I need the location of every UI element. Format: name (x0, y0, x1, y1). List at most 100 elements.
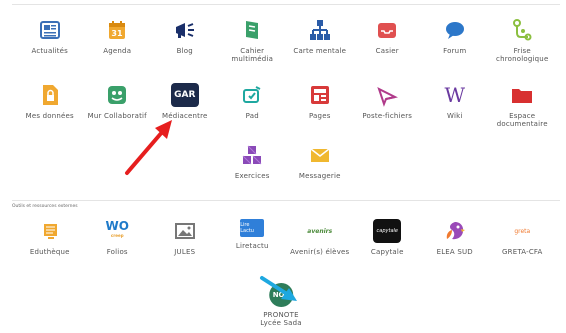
app-label: Eduthèque (29, 248, 70, 256)
app-liretactu[interactable]: Lire Lactu Liretactu (219, 219, 287, 256)
app-label: Carte mentale (293, 47, 347, 55)
app-label: PRONOTE Lycée Sada (260, 311, 302, 327)
svg-text:31: 31 (112, 29, 124, 38)
app-exercices[interactable]: Exercices (219, 143, 287, 180)
app-elea-sud[interactable]: ELEA SUD (421, 219, 489, 256)
app-label: Pages (308, 112, 331, 120)
app-label: Pad (245, 112, 259, 120)
app-label: Exercices (234, 172, 270, 180)
app-label: Cahier multimédia (231, 47, 274, 63)
apps-row-2: Mes données Mur Collaboratif GAR Médiace… (16, 83, 556, 128)
app-label: Capytale (370, 248, 404, 256)
app-carte-mentale[interactable]: Carte mentale (286, 18, 354, 63)
app-label: Wiki (446, 112, 463, 120)
envelope-icon (307, 143, 333, 167)
image-icon (172, 219, 198, 243)
app-greta-cfa[interactable]: greta GRETA-CFA (489, 219, 557, 257)
app-poste-fichiers[interactable]: Poste-fichiers (354, 83, 422, 128)
app-actualites[interactable]: Actualités (16, 18, 84, 63)
avenirs-icon: avenirs (307, 219, 333, 243)
app-capytale[interactable]: capytale Capytale (354, 219, 422, 256)
app-agenda[interactable]: 31 Agenda (84, 18, 152, 63)
newspaper-icon (37, 18, 63, 42)
app-label: Agenda (103, 47, 132, 55)
app-label: ELEA SUD (436, 248, 473, 256)
capytale-icon: capytale (373, 219, 402, 243)
app-label: Frise chronologique (496, 47, 549, 63)
app-label: Avenir(s) élèves (290, 248, 350, 256)
app-pronote[interactable]: NOT PRONOTE Lycée Sada (260, 283, 302, 327)
notebook-icon (239, 18, 265, 42)
pronote-logo-text: NOT (272, 291, 290, 299)
app-edutheque[interactable]: Eduthèque (16, 219, 84, 256)
parrot-icon (442, 219, 468, 243)
folios-logo-text: WO (105, 219, 129, 233)
pages-icon (307, 83, 333, 107)
app-mes-donnees[interactable]: Mes données (16, 83, 84, 128)
app-casier[interactable]: Casier (354, 18, 422, 63)
app-blog[interactable]: Blog (151, 18, 219, 63)
app-mur-collaboratif[interactable]: Mur Collaboratif (84, 83, 152, 128)
liretactu-icon: Lire Lactu (240, 219, 265, 237)
section-divider (12, 200, 560, 201)
app-wiki[interactable]: W Wiki (421, 83, 489, 128)
chat-icon (442, 18, 468, 42)
app-label: Messagerie (298, 172, 341, 180)
inbox-icon (374, 18, 400, 42)
folder-icon (509, 83, 535, 107)
app-pad[interactable]: Pad (219, 83, 287, 128)
gar-logo-text: GAR (174, 90, 196, 100)
pronote-label: PRONOTE (263, 311, 299, 319)
app-pages[interactable]: Pages (286, 83, 354, 128)
edutheque-icon (37, 219, 63, 243)
external-tools-row: Eduthèque WO creep Folios JULES Lire Lac… (16, 219, 556, 256)
app-mediacentre[interactable]: GAR Médiacentre (151, 83, 219, 128)
app-cahier-multimedia[interactable]: Cahier multimédia (219, 18, 287, 63)
app-label: Médiacentre (161, 112, 208, 120)
mindmap-icon (307, 18, 333, 42)
wall-icon (104, 83, 130, 107)
app-label: Liretactu (235, 242, 269, 250)
gar-icon: GAR (170, 83, 199, 107)
app-folios[interactable]: WO creep Folios (84, 219, 152, 256)
liretactu-logo-text: Lire Lactu (240, 222, 254, 234)
app-label: Casier (375, 47, 399, 55)
timeline-icon (509, 18, 535, 42)
app-label: Blog (176, 47, 193, 55)
greta-logo-text: greta (514, 227, 531, 235)
app-label: Folios (106, 248, 128, 256)
greta-icon: greta (507, 219, 537, 243)
calendar-icon: 31 (104, 18, 130, 42)
folios-icon: WO creep (104, 219, 130, 243)
wiki-logo-text: W (444, 83, 466, 107)
app-avenirs[interactable]: avenirs Avenir(s) élèves (286, 219, 354, 257)
cubes-icon (239, 143, 265, 167)
app-label: JULES (174, 248, 196, 256)
pronote-icon: NOT (269, 283, 293, 307)
app-label: Forum (443, 47, 467, 55)
app-label: Poste-fichiers (362, 112, 413, 120)
app-jules[interactable]: JULES (151, 219, 219, 256)
apps-row-3: Exercices Messagerie (16, 143, 556, 180)
app-messagerie[interactable]: Messagerie (286, 143, 354, 180)
apps-row-1: Actualités 31 Agenda Blog Cahier multimé… (16, 18, 556, 63)
pad-icon (239, 83, 265, 107)
megaphone-icon (172, 18, 198, 42)
app-label: Mur Collaboratif (87, 112, 147, 120)
app-frise[interactable]: Frise chronologique (489, 18, 557, 63)
app-label: Actualités (31, 47, 69, 55)
paper-plane-icon (374, 83, 400, 107)
external-tools-section-title: Outils et ressources externes (12, 204, 78, 209)
app-label: Mes données (25, 112, 74, 120)
app-forum[interactable]: Forum (421, 18, 489, 63)
avenirs-logo-text: avenirs (307, 227, 333, 235)
file-lock-icon (37, 83, 63, 107)
wiki-icon: W (442, 83, 468, 107)
capytale-logo-text: capytale (376, 228, 398, 234)
app-label: GRETA-CFA (502, 248, 543, 256)
pronote-sublabel: Lycée Sada (260, 319, 302, 327)
top-divider (12, 4, 560, 5)
app-label: Espace documentaire (496, 112, 548, 128)
folios-logo-subtext: creep (110, 233, 124, 238)
app-espace-documentaire[interactable]: Espace documentaire (489, 83, 557, 128)
